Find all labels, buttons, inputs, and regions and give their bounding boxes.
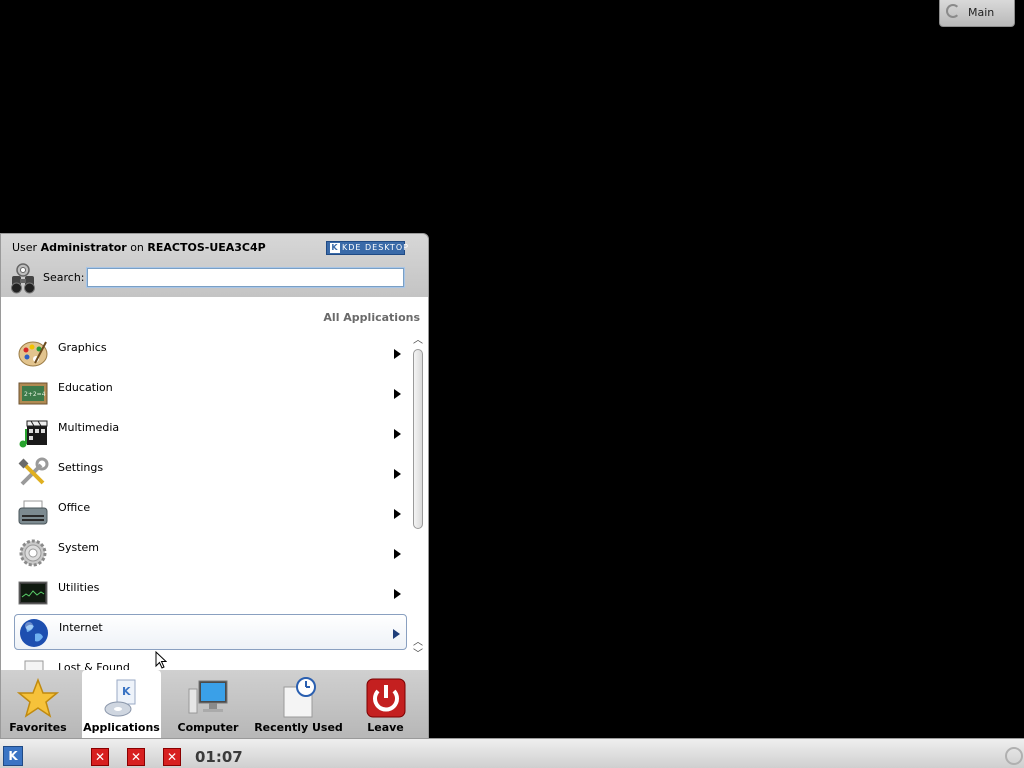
mouse-cursor-icon bbox=[155, 651, 167, 669]
tab-computer[interactable]: Computer bbox=[171, 670, 245, 738]
gear-icon bbox=[19, 539, 47, 567]
tab-applications[interactable]: K Applications bbox=[82, 670, 161, 738]
user-on-text: on bbox=[130, 241, 144, 254]
close-task-icon[interactable]: ✕ bbox=[91, 748, 109, 766]
system-tray-icon[interactable] bbox=[1005, 747, 1023, 765]
star-icon bbox=[17, 677, 59, 718]
search-label: Search: bbox=[43, 271, 85, 284]
category-scrollbar[interactable]: ︿ ︿ ﹀ bbox=[411, 335, 425, 670]
kde-badge-label: DESKTOP bbox=[365, 243, 409, 252]
kickoff-launcher: User Administrator on REACTOS-UEA3C4P KK… bbox=[0, 233, 429, 738]
submenu-arrow-icon bbox=[394, 349, 401, 359]
scroll-up-icon[interactable]: ︿ bbox=[411, 335, 425, 347]
category-settings[interactable]: Settings bbox=[14, 455, 407, 491]
kde-logo-icon: K bbox=[330, 243, 340, 253]
category-label: Multimedia bbox=[58, 421, 120, 434]
close-task-icon[interactable]: ✕ bbox=[127, 748, 145, 766]
category-graphics[interactable]: Graphics bbox=[14, 335, 407, 371]
globe-icon bbox=[20, 619, 48, 647]
palette-icon bbox=[18, 341, 48, 367]
breadcrumb-all-applications[interactable]: All Applications bbox=[323, 311, 420, 324]
category-label: Education bbox=[58, 381, 113, 394]
category-label: System bbox=[58, 541, 100, 554]
tab-label: Leave bbox=[367, 721, 404, 734]
scroll-up-small-icon[interactable]: ︿ bbox=[411, 637, 425, 649]
tab-label: Favorites bbox=[9, 721, 67, 734]
submenu-arrow-icon bbox=[394, 389, 401, 399]
category-multimedia[interactable]: Multimedia bbox=[14, 415, 407, 451]
user-line: User Administrator on REACTOS-UEA3C4P bbox=[12, 241, 266, 254]
kde-desktop-badge: K KDE DESKTOP bbox=[326, 241, 408, 255]
category-label: Settings bbox=[58, 461, 104, 474]
launcher-tabbar: Favorites K Applications Computer Recent… bbox=[1, 670, 428, 738]
power-icon bbox=[366, 678, 405, 718]
tab-favorites[interactable]: Favorites bbox=[1, 670, 75, 738]
category-internet[interactable]: Internet bbox=[14, 614, 407, 650]
binoculars-icon bbox=[11, 263, 35, 294]
category-label: Graphics bbox=[58, 341, 107, 354]
computer-icon bbox=[188, 680, 228, 714]
chalkboard-icon: 2+2=4 bbox=[18, 382, 48, 405]
tab-label: Applications bbox=[83, 721, 160, 734]
tab-label: Recently Used bbox=[254, 721, 343, 734]
svg-text:K: K bbox=[122, 685, 131, 698]
category-lost-and-found[interactable]: Lost & Found bbox=[14, 655, 407, 670]
submenu-arrow-icon bbox=[394, 509, 401, 519]
scroll-down-icon[interactable]: ﹀ bbox=[411, 649, 425, 661]
close-task-icon[interactable]: ✕ bbox=[163, 748, 181, 766]
search-input[interactable] bbox=[87, 268, 404, 287]
film-music-icon bbox=[19, 420, 48, 448]
user-name: Administrator bbox=[40, 241, 127, 254]
monitor-icon bbox=[18, 581, 48, 605]
applications-icon: K bbox=[104, 679, 135, 717]
category-label: Internet bbox=[59, 621, 103, 634]
folder-icon bbox=[24, 660, 44, 670]
category-system[interactable]: System bbox=[14, 535, 407, 571]
tab-label: Computer bbox=[177, 721, 239, 734]
category-list: Graphics 2+2=4 Education Multimedia Sett… bbox=[14, 335, 409, 670]
submenu-arrow-icon bbox=[394, 469, 401, 479]
submenu-arrow-icon bbox=[393, 629, 400, 639]
scroll-track[interactable] bbox=[413, 349, 423, 635]
kde-menu-button[interactable]: K bbox=[3, 746, 23, 766]
applications-panel: All Applications Graphics 2+2=4 Educatio… bbox=[1, 297, 428, 670]
category-label: Office bbox=[58, 501, 91, 514]
tools-icon bbox=[18, 457, 49, 486]
submenu-arrow-icon bbox=[394, 549, 401, 559]
tab-leave[interactable]: Leave bbox=[353, 670, 418, 738]
category-label: Lost & Found bbox=[58, 661, 130, 670]
desktop-pager[interactable]: Main bbox=[939, 0, 1015, 27]
clock[interactable]: 01:07 bbox=[195, 748, 243, 766]
pager-label: Main bbox=[968, 6, 995, 19]
svg-text:2+2=4: 2+2=4 bbox=[24, 391, 46, 398]
tab-recently-used[interactable]: Recently Used bbox=[254, 670, 343, 738]
category-utilities[interactable]: Utilities bbox=[14, 575, 407, 611]
launcher-header: User Administrator on REACTOS-UEA3C4P KK… bbox=[1, 234, 428, 297]
submenu-arrow-icon bbox=[394, 429, 401, 439]
clock-document-icon bbox=[283, 677, 316, 718]
category-education[interactable]: 2+2=4 Education bbox=[14, 375, 407, 411]
scroll-thumb[interactable] bbox=[413, 349, 423, 529]
host-name: REACTOS-UEA3C4P bbox=[147, 241, 266, 254]
category-office[interactable]: Office bbox=[14, 495, 407, 531]
typewriter-icon bbox=[18, 500, 48, 525]
category-label: Utilities bbox=[58, 581, 100, 594]
submenu-arrow-icon bbox=[394, 589, 401, 599]
taskbar: K ✕ ✕ ✕ 01:07 bbox=[0, 738, 1024, 768]
user-prefix: User bbox=[12, 241, 38, 254]
pager-icon bbox=[946, 4, 960, 18]
